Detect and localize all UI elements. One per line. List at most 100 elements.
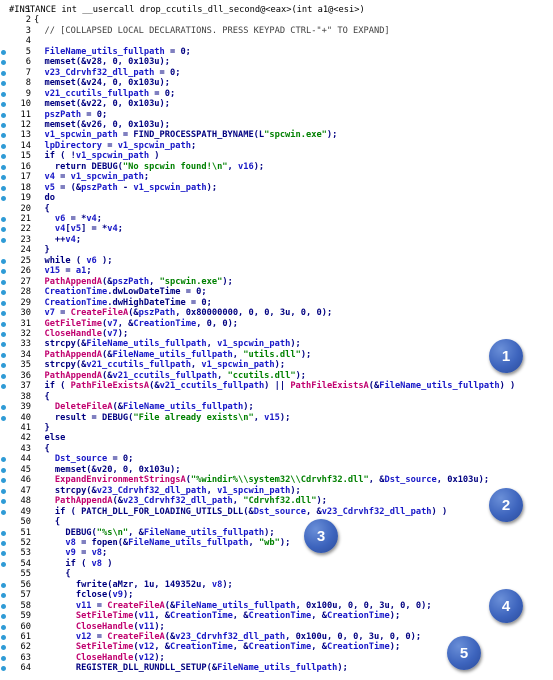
breakpoint-dot-icon[interactable] bbox=[1, 164, 6, 170]
breakpoint-dot-icon[interactable] bbox=[1, 645, 6, 651]
breakpoint-dot-icon[interactable] bbox=[1, 666, 6, 672]
code-line[interactable]: 21 v6 = *v4; bbox=[0, 214, 553, 225]
code-line[interactable]: 4 bbox=[0, 36, 553, 47]
breakpoint-dot-icon[interactable] bbox=[1, 614, 6, 620]
code-line[interactable]: 54 if ( v8 ) bbox=[0, 559, 553, 570]
code-line[interactable]: 1 #INSTANCE int __usercall drop_ccutils_d… bbox=[0, 5, 553, 16]
code-line[interactable]: 11 pszPath = 0; bbox=[0, 110, 553, 121]
breakpoint-dot-icon[interactable] bbox=[1, 60, 6, 66]
code-line[interactable]: 5 FileName_utils_fullpath = 0; bbox=[0, 47, 553, 58]
breakpoint-dot-icon[interactable] bbox=[1, 311, 6, 317]
breakpoint-dot-icon[interactable] bbox=[1, 593, 6, 599]
code-line[interactable]: 17 v4 = v1_spcwin_path; bbox=[0, 172, 553, 183]
breakpoint-dot-icon[interactable] bbox=[1, 122, 6, 128]
code-line[interactable]: 23 ++v4; bbox=[0, 235, 553, 246]
breakpoint-dot-icon[interactable] bbox=[1, 300, 6, 306]
breakpoint-dot-icon[interactable] bbox=[1, 279, 6, 285]
breakpoint-dot-icon[interactable] bbox=[1, 603, 6, 609]
breakpoint-dot-icon[interactable] bbox=[1, 624, 6, 630]
code-line[interactable]: 13 v1_spcwin_path = FIND_PROCESSPATH_BYN… bbox=[0, 130, 553, 141]
code-line[interactable]: 50 { bbox=[0, 517, 553, 528]
breakpoint-dot-icon[interactable] bbox=[1, 561, 6, 567]
breakpoint-dot-icon[interactable] bbox=[1, 384, 6, 390]
breakpoint-dot-icon[interactable] bbox=[1, 509, 6, 515]
breakpoint-dot-icon[interactable] bbox=[1, 331, 6, 337]
breakpoint-dot-icon[interactable] bbox=[1, 499, 6, 505]
breakpoint-dot-icon[interactable] bbox=[1, 217, 6, 222]
code-line[interactable]: 43 { bbox=[0, 444, 553, 455]
code-line[interactable]: 6 memset(&v28, 0, 0x103u); bbox=[0, 57, 553, 68]
breakpoint-dot-icon[interactable] bbox=[1, 352, 6, 358]
breakpoint-dot-icon[interactable] bbox=[1, 363, 6, 369]
code-line[interactable]: 31 GetFileTime(v7, &CreationTime, 0, 0); bbox=[0, 319, 553, 330]
code-line[interactable]: 40 result = DEBUG("File already exists\n… bbox=[0, 413, 553, 424]
code-line[interactable]: 26 v15 = a1; bbox=[0, 266, 553, 277]
code-line[interactable]: 60 CloseHandle(v11); bbox=[0, 622, 553, 633]
code-line[interactable]: 22 v4[v5] = *v4; bbox=[0, 224, 553, 235]
code-line[interactable]: 19 do bbox=[0, 193, 553, 204]
code-line[interactable]: 15 if ( !v1_spcwin_path ) bbox=[0, 151, 553, 162]
breakpoint-dot-icon[interactable] bbox=[1, 258, 6, 264]
breakpoint-dot-icon[interactable] bbox=[1, 582, 6, 588]
breakpoint-dot-icon[interactable] bbox=[1, 91, 6, 97]
code-line[interactable]: 55 { bbox=[0, 569, 553, 580]
breakpoint-dot-icon[interactable] bbox=[1, 175, 6, 181]
pseudocode-view[interactable]: 1 #INSTANCE int __usercall drop_ccutils_d… bbox=[0, 0, 553, 680]
breakpoint-dot-icon[interactable] bbox=[1, 457, 6, 463]
breakpoint-dot-icon[interactable] bbox=[1, 185, 6, 191]
code-line[interactable]: 8 memset(&v24, 0, 0x103u); bbox=[0, 78, 553, 89]
code-line[interactable]: 56 fwrite(aMzr, 1u, 149352u, v8); bbox=[0, 580, 553, 591]
breakpoint-dot-icon[interactable] bbox=[1, 488, 6, 494]
code-line[interactable]: 59 SetFileTime(v11, &CreationTime, &Crea… bbox=[0, 611, 553, 622]
breakpoint-dot-icon[interactable] bbox=[1, 290, 6, 296]
code-line[interactable]: 41 } bbox=[0, 423, 553, 434]
breakpoint-dot-icon[interactable] bbox=[1, 112, 6, 118]
breakpoint-dot-icon[interactable] bbox=[1, 154, 6, 160]
breakpoint-dot-icon[interactable] bbox=[1, 467, 6, 473]
breakpoint-dot-icon[interactable] bbox=[1, 70, 6, 76]
code-line[interactable]: 57 fclose(v9); bbox=[0, 590, 553, 601]
breakpoint-dot-icon[interactable] bbox=[1, 196, 6, 202]
code-line[interactable]: 58 v11 = CreateFileA(&FileName_utils_ful… bbox=[0, 601, 553, 612]
code-line[interactable]: 39 DeleteFileA(&FileName_utils_fullpath)… bbox=[0, 402, 553, 413]
code-line[interactable]: 10 memset(&v22, 0, 0x103u); bbox=[0, 99, 553, 110]
breakpoint-dot-icon[interactable] bbox=[1, 540, 6, 546]
code-line[interactable]: 53 v9 = v8; bbox=[0, 548, 553, 559]
code-line[interactable]: 47 strcpy(&v23_Cdrvhf32_dll_path, v1_spc… bbox=[0, 486, 553, 497]
code-line[interactable]: 30 v7 = CreateFileA(&pszPath, 0x80000000… bbox=[0, 308, 553, 319]
code-line[interactable]: 29 CreationTime.dwHighDateTime = 0; bbox=[0, 298, 553, 309]
breakpoint-dot-icon[interactable] bbox=[1, 551, 6, 557]
code-line[interactable]: 52 v8 = fopen(&FileName_utils_fullpath, … bbox=[0, 538, 553, 549]
breakpoint-dot-icon[interactable] bbox=[1, 373, 6, 379]
code-line[interactable]: 42 else bbox=[0, 433, 553, 444]
breakpoint-dot-icon[interactable] bbox=[1, 133, 6, 139]
breakpoint-dot-icon[interactable] bbox=[1, 635, 6, 640]
code-line[interactable]: 18 v5 = (&pszPath - v1_spcwin_path); bbox=[0, 183, 553, 194]
code-line[interactable]: 2{ bbox=[0, 15, 553, 26]
code-line[interactable]: 28 CreationTime.dwLowDateTime = 0; bbox=[0, 287, 553, 298]
code-line[interactable]: 25 while ( v6 ); bbox=[0, 256, 553, 267]
breakpoint-dot-icon[interactable] bbox=[1, 102, 6, 108]
code-line[interactable]: 38 { bbox=[0, 392, 553, 403]
code-line[interactable]: 37 if ( PathFileExistsA(&v21_ccutils_ful… bbox=[0, 381, 553, 392]
code-line[interactable]: 49 if ( PATCH_DLL_FOR_LOADING_UTILS_DLL(… bbox=[0, 507, 553, 518]
breakpoint-dot-icon[interactable] bbox=[1, 81, 6, 87]
breakpoint-dot-icon[interactable] bbox=[1, 415, 6, 421]
code-line[interactable]: 46 ExpandEnvironmentStringsA("%windir%\\… bbox=[0, 475, 553, 486]
breakpoint-dot-icon[interactable] bbox=[1, 405, 6, 411]
code-line[interactable]: 24 } bbox=[0, 245, 553, 256]
code-line[interactable]: 33 strcpy(&FileName_utils_fullpath, v1_s… bbox=[0, 339, 553, 350]
breakpoint-dot-icon[interactable] bbox=[1, 227, 6, 233]
code-line[interactable]: 3 // [COLLAPSED LOCAL DECLARATIONS. PRES… bbox=[0, 26, 553, 37]
code-line[interactable]: 9 v21_ccutils_fullpath = 0; bbox=[0, 89, 553, 100]
code-line[interactable]: 7 v23_Cdrvhf32_dll_path = 0; bbox=[0, 68, 553, 79]
code-line[interactable]: 44 Dst_source = 0; bbox=[0, 454, 553, 465]
breakpoint-dot-icon[interactable] bbox=[1, 321, 6, 327]
breakpoint-dot-icon[interactable] bbox=[1, 655, 6, 661]
breakpoint-dot-icon[interactable] bbox=[1, 237, 6, 243]
breakpoint-dot-icon[interactable] bbox=[1, 143, 6, 149]
code-line[interactable]: 20 { bbox=[0, 204, 553, 215]
code-line[interactable]: 48 PathAppendA(&v23_Cdrvhf32_dll_path, "… bbox=[0, 496, 553, 507]
breakpoint-dot-icon[interactable] bbox=[1, 269, 6, 275]
code-line[interactable]: 51 DEBUG("%s\n", &FileName_utils_fullpat… bbox=[0, 528, 553, 539]
